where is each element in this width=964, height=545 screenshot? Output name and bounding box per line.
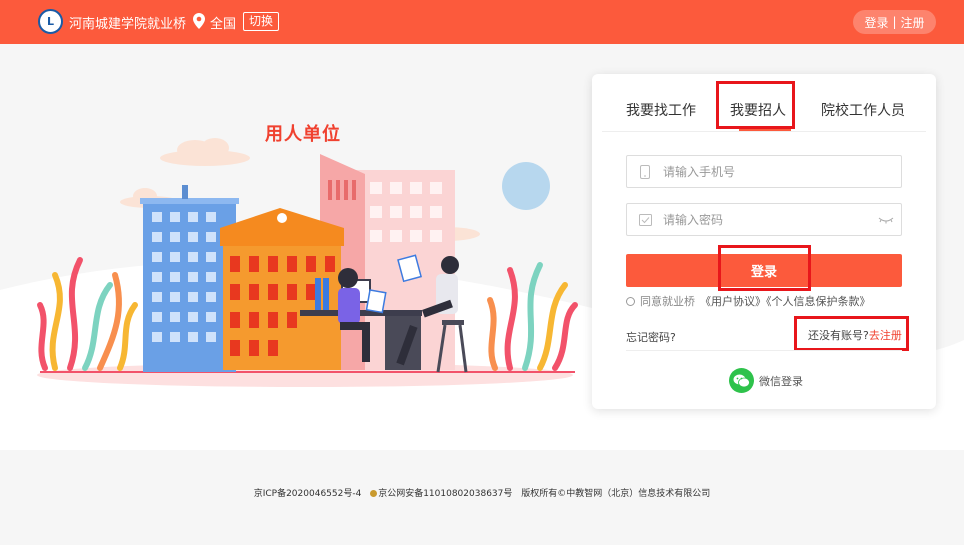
wechat-icon[interactable] xyxy=(729,368,754,393)
highlight-box-register xyxy=(794,316,909,351)
phone-field xyxy=(626,155,902,188)
police-badge-icon xyxy=(370,490,378,497)
agreement-row: 同意就业桥 《用户协议》《个人信息保护条款》 xyxy=(626,293,871,309)
forgot-password-link[interactable]: 忘记密码? xyxy=(626,329,676,345)
police-record-text: 京公网安备11010802038637号 xyxy=(378,489,513,499)
illustration-title: 用人单位 xyxy=(265,124,341,145)
phone-input[interactable] xyxy=(663,164,901,179)
site-name[interactable]: 河南城建学院就业桥 xyxy=(69,13,186,32)
wechat-login-label[interactable]: 微信登录 xyxy=(759,373,803,389)
agreement-prefix: 同意就业桥 xyxy=(640,295,695,308)
phone-icon xyxy=(627,164,663,179)
header-register-link[interactable]: 注册 xyxy=(901,14,925,31)
copyright: 版权所有©中教智网（北京）信息技术有限公司 xyxy=(521,489,711,499)
highlight-box-login-button xyxy=(718,245,811,291)
switch-location-button[interactable]: 切换 xyxy=(243,12,280,31)
tab-job-seeker[interactable]: 我要找工作 xyxy=(626,100,696,120)
agreement-radio[interactable] xyxy=(626,296,635,306)
tab-school-staff[interactable]: 院校工作人员 xyxy=(821,100,905,120)
employer-illustration xyxy=(37,138,578,387)
police-record[interactable]: 京公网安备11010802038637号 xyxy=(370,489,512,499)
wechat-login[interactable]: 微信登录 xyxy=(729,368,803,393)
location-pin-icon xyxy=(193,13,205,29)
header-separator: | xyxy=(892,15,897,29)
highlight-box-employer-tab xyxy=(716,81,795,129)
toggle-password-visibility-icon[interactable] xyxy=(871,216,901,224)
agreement-links[interactable]: 《用户协议》《个人信息保护条款》 xyxy=(700,293,871,309)
lock-icon xyxy=(627,213,663,226)
divider xyxy=(626,350,902,351)
icp-license[interactable]: 京ICP备2020046552号-4 xyxy=(254,489,362,499)
active-tab-underline xyxy=(739,129,791,131)
top-header: L 河南城建学院就业桥 全国 切换 登录 | 注册 xyxy=(0,0,964,44)
password-field xyxy=(626,203,902,236)
footer: 京ICP备2020046552号-4 京公网安备11010802038637号 … xyxy=(0,486,964,499)
header-login-link[interactable]: 登录 xyxy=(864,14,888,31)
login-card: 我要找工作 我要招人 院校工作人员 登录 同意就业桥《用户协议》《个人信息保护条… xyxy=(592,74,936,409)
auth-pill: 登录 | 注册 xyxy=(853,10,936,34)
current-location: 全国 xyxy=(210,17,237,32)
school-logo-icon[interactable]: L xyxy=(38,9,63,34)
password-input[interactable] xyxy=(663,212,871,227)
